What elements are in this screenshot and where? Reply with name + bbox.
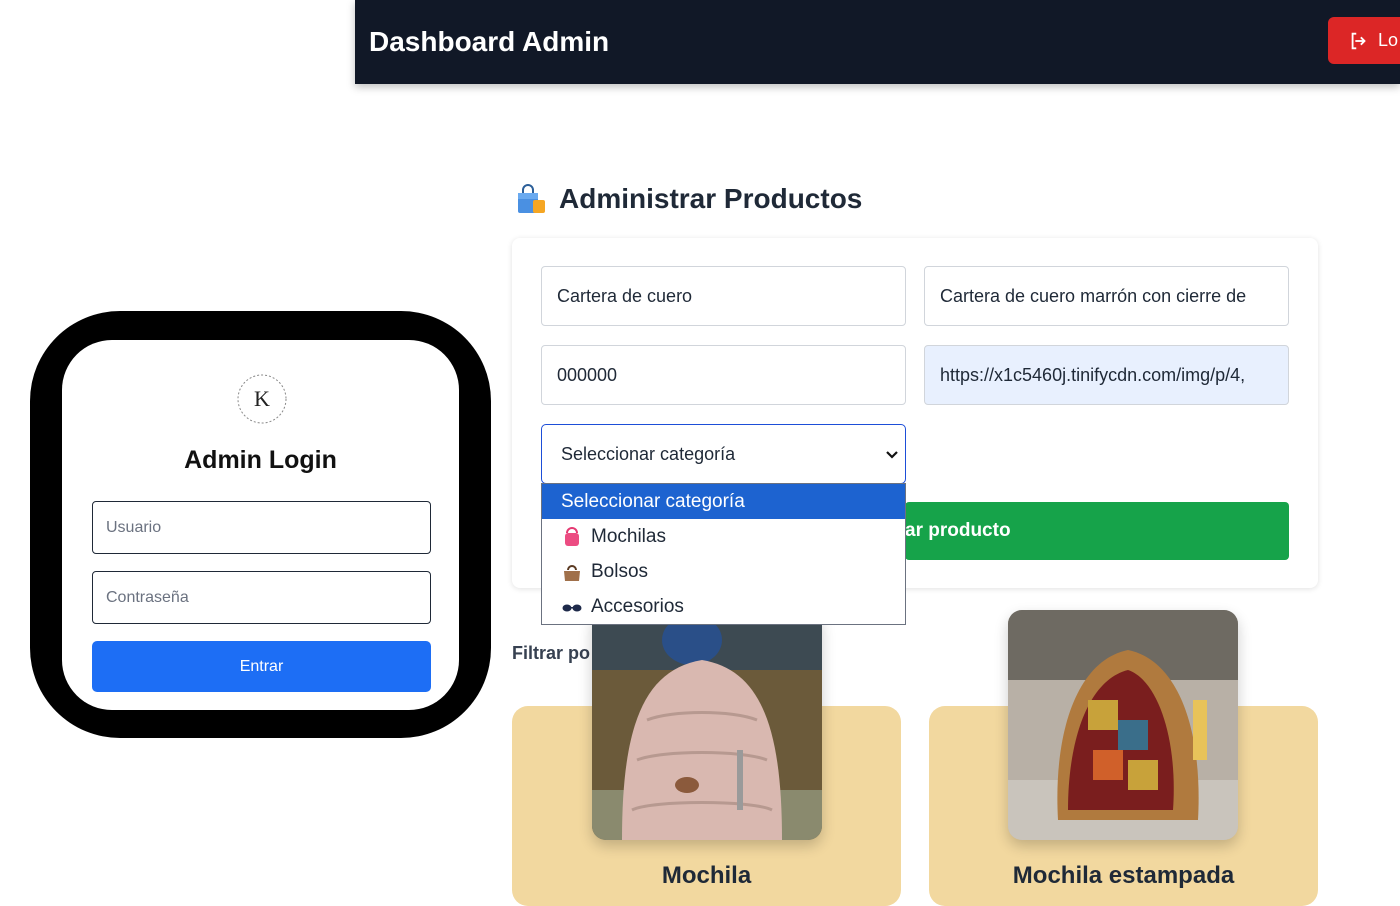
logout-label: Lo [1378,30,1399,50]
product-image-url-input[interactable]: https://x1c5460j.tinifycdn.com/img/p/4, [924,345,1289,405]
section-title: Administrar Productos [559,183,863,214]
top-navbar: Dashboard Admin Lo [355,0,1400,84]
dropdown-option-accesorios[interactable]: Accesorios [542,589,905,624]
password-input[interactable]: Contraseña [92,571,431,624]
sunglasses-icon [562,604,582,611]
dropdown-option-label: Seleccionar categoría [561,490,745,512]
category-dropdown-list: Seleccionar categoría Mochilas Bolsos Ac… [541,483,906,625]
dropdown-option-label: Accesorios [591,595,684,617]
add-product-label: ar producto [905,520,1011,541]
login-title: Admin Login [184,446,337,474]
pink-backpack-icon [565,526,579,546]
product-image-backpack-patchwork[interactable] [1008,610,1238,840]
product-name: Mochila estampada [1012,862,1235,889]
category-select-value: Seleccionar categoría [561,443,736,464]
logo-letter: K [254,386,270,411]
filter-label: Filtrar po [512,643,591,663]
product-name: Mochila [661,862,752,889]
logout-button[interactable]: Lo [1328,17,1400,64]
shopping-bag-icon [518,184,545,213]
product-image-backpack-pink[interactable] [592,610,822,840]
username-placeholder: Usuario [106,518,162,536]
login-submit-button[interactable]: Entrar [92,641,431,692]
dropdown-option-bolsos[interactable]: Bolsos [542,554,905,589]
login-submit-label: Entrar [239,657,284,675]
password-placeholder: Contraseña [106,588,189,606]
brand-logo: K [237,374,287,424]
add-product-button[interactable]: ar producto [905,502,1289,560]
dropdown-option-label: Mochilas [591,525,666,547]
product-price-input[interactable]: 000000 [541,345,906,405]
brown-handbag-icon [564,564,580,581]
chevron-down-icon [886,451,898,459]
dropdown-option-mochilas[interactable]: Mochilas [542,519,905,554]
logout-icon [1351,32,1366,49]
dropdown-option-label: Bolsos [591,560,649,582]
product-name-input[interactable]: Cartera de cuero [541,266,906,326]
section-header: Administrar Productos [515,183,862,215]
product-description-input[interactable]: Cartera de cuero marrón con cierre de [924,266,1289,326]
dropdown-option-placeholder[interactable]: Seleccionar categoría [542,484,905,519]
username-input[interactable]: Usuario [92,501,431,554]
dashboard-title: Dashboard Admin [369,26,610,57]
category-select[interactable]: Seleccionar categoría [541,424,906,484]
